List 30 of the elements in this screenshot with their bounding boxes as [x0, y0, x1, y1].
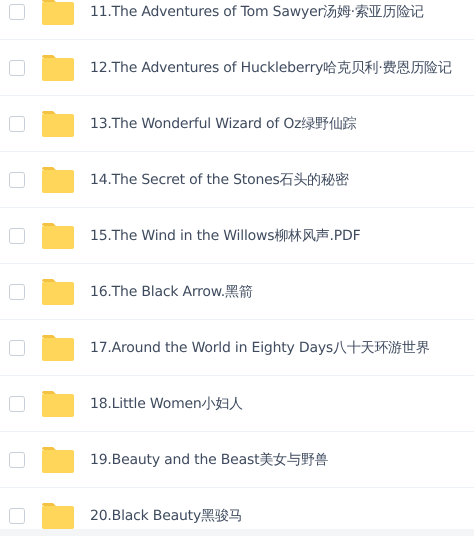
checkbox[interactable] — [9, 452, 25, 468]
folder-icon — [42, 0, 74, 24]
checkbox[interactable] — [9, 60, 25, 76]
file-name[interactable]: 20.Black Beauty黑骏马 — [90, 506, 242, 524]
file-name[interactable]: 18.Little Women小妇人 — [90, 394, 243, 412]
folder-icon — [42, 334, 74, 360]
checkbox[interactable] — [9, 284, 25, 300]
checkbox[interactable] — [9, 228, 25, 244]
folder-icon — [42, 390, 74, 416]
checkbox[interactable] — [9, 340, 25, 356]
folder-icon — [42, 110, 74, 136]
checkbox[interactable] — [9, 4, 25, 20]
file-name[interactable]: 12.The Adventures of Huckleberry哈克贝利·费恩历险记 — [90, 58, 452, 76]
folder-icon — [42, 446, 74, 472]
file-name[interactable]: 17.Around the World in Eighty Days八十天环游世界 — [90, 338, 430, 356]
file-name[interactable]: 16.The Black Arrow.黑箭 — [90, 282, 253, 300]
checkbox[interactable] — [9, 172, 25, 188]
folder-icon — [42, 502, 74, 528]
file-name[interactable]: 19.Beauty and the Beast美女与野兽 — [90, 450, 328, 468]
checkbox[interactable] — [9, 396, 25, 412]
folder-icon — [42, 54, 74, 80]
checkbox[interactable] — [9, 116, 25, 132]
file-name[interactable]: 13.The Wonderful Wizard of Oz绿野仙踪 — [90, 114, 357, 132]
file-name[interactable]: 11.The Adventures of Tom Sawyer汤姆·索亚历险记 — [90, 2, 424, 20]
checkbox[interactable] — [9, 508, 25, 524]
folder-icon — [42, 166, 74, 192]
folder-icon — [42, 278, 74, 304]
folder-icon — [42, 222, 74, 248]
file-name[interactable]: 14.The Secret of the Stones石头的秘密 — [90, 170, 349, 188]
file-name[interactable]: 15.The Wind in the Willows柳林风声.PDF — [90, 226, 360, 244]
